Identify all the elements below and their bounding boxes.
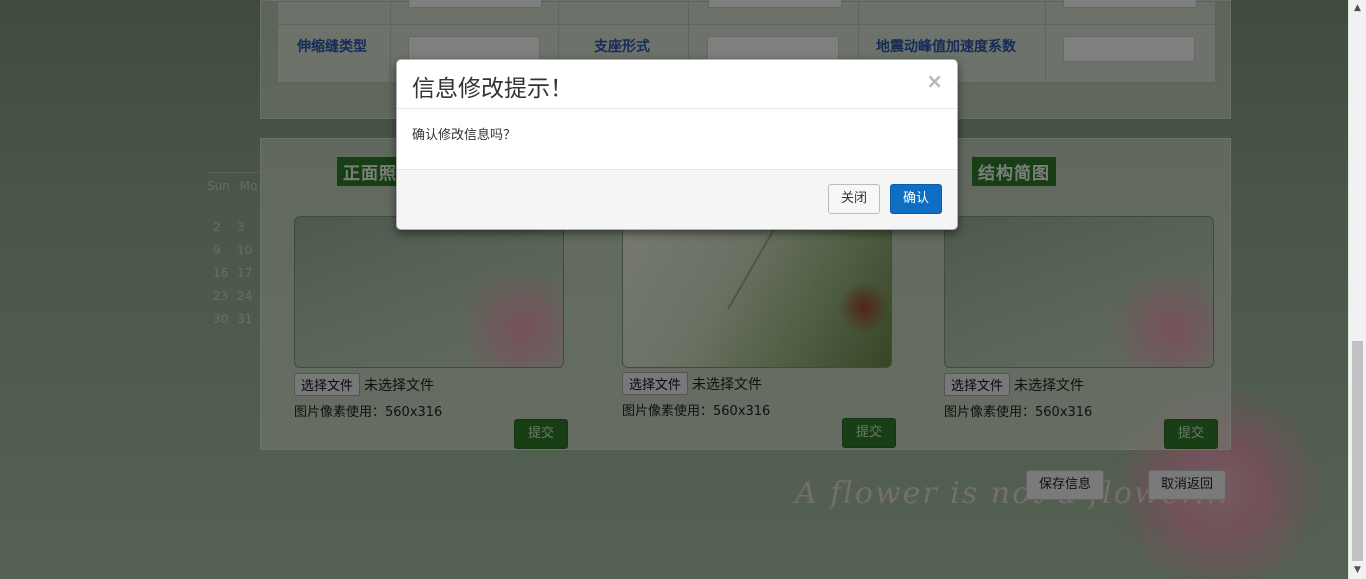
close-icon[interactable]: × — [926, 69, 943, 93]
modal-title: 信息修改提示！ — [412, 76, 573, 102]
close-button[interactable]: 关闭 — [827, 184, 880, 214]
scroll-down-icon[interactable]: ▼ — [1349, 562, 1366, 579]
scroll-up-icon[interactable]: ▲ — [1349, 0, 1366, 17]
modal-message: 确认修改信息吗？ — [412, 128, 517, 143]
confirm-modal: 信息修改提示！ × 确认修改信息吗？ 关闭 确认 — [396, 59, 958, 230]
scrollbar-thumb[interactable] — [1352, 341, 1363, 561]
modal-header: 信息修改提示！ × — [397, 60, 957, 109]
confirm-button[interactable]: 确认 — [889, 184, 942, 214]
vertical-scrollbar[interactable]: ▲ ▼ — [1348, 0, 1366, 579]
modal-footer: 关闭 确认 — [397, 169, 957, 229]
